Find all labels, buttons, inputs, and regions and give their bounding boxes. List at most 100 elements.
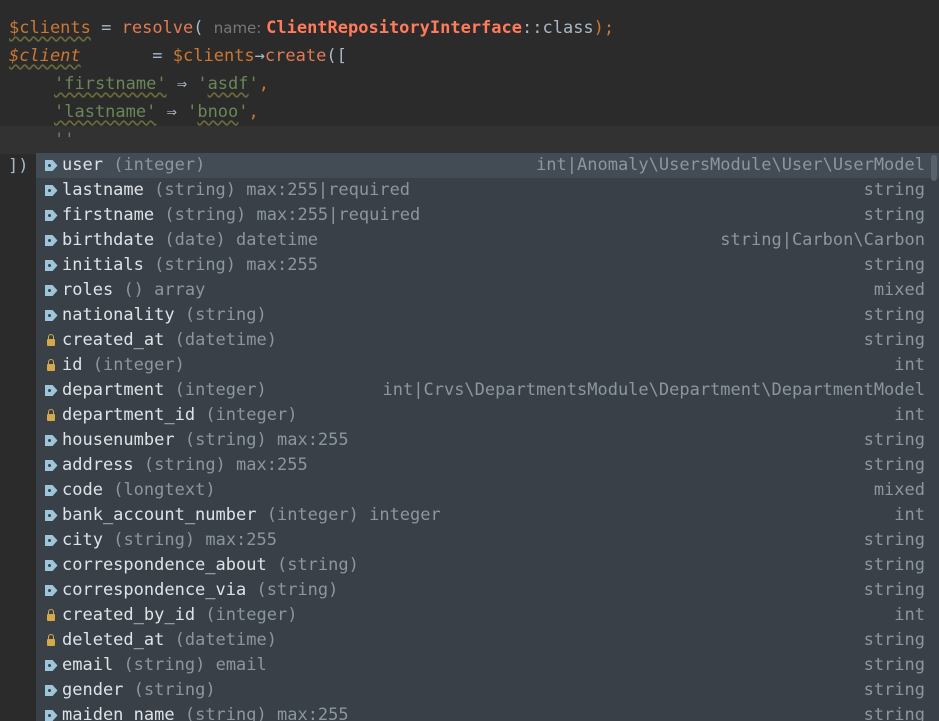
autocomplete-item-deleted-at[interactable]: deleted_at (datetime) string [36, 628, 939, 653]
code-line-2[interactable]: $client = $clients→create([ [0, 42, 939, 70]
item-return-type: int [894, 405, 925, 425]
item-return-type: string [863, 705, 925, 721]
autocomplete-item-department-id[interactable]: department_id (integer) int [36, 403, 939, 428]
item-meta: max:255|required [246, 180, 411, 200]
comma: , [258, 74, 270, 94]
item-name: city [62, 530, 103, 550]
array-key-lastname: 'lastname' [54, 102, 157, 122]
variable-clients: $clients [9, 18, 91, 38]
item-meta: datetime [236, 230, 318, 250]
tag-icon [42, 278, 60, 303]
autocomplete-item-user[interactable]: user (integer) int|Anomaly\UsersModule\Us… [36, 153, 939, 178]
autocomplete-item-gender[interactable]: gender (string) string [36, 678, 939, 703]
autocomplete-popup[interactable]: user (integer) int|Anomaly\UsersModule\Us… [36, 153, 939, 721]
autocomplete-item-address[interactable]: address (string) max:255 string [36, 453, 939, 478]
autocomplete-item-correspondence-about[interactable]: correspondence_about (string) string [36, 553, 939, 578]
tag-icon [42, 378, 60, 403]
arrow-operator: → [254, 46, 265, 66]
variable-client: $client [9, 46, 81, 66]
autocomplete-item-bank-account-number[interactable]: bank_account_number (integer) integer int [36, 503, 939, 528]
item-name: gender [62, 680, 124, 700]
autocomplete-item-maiden-name[interactable]: maiden_name (string) max:255 string [36, 703, 939, 721]
paren-open: ( [193, 18, 214, 38]
tag-icon [42, 303, 60, 328]
method-create: create [264, 46, 327, 66]
assign-operator: = [90, 18, 122, 38]
tag-icon [42, 203, 60, 228]
autocomplete-item-roles[interactable]: roles () array mixed [36, 278, 939, 303]
tag-icon [42, 153, 60, 178]
item-meta: max:255 [205, 530, 277, 550]
code-editor[interactable]: $clients = resolve( name: ClientReposito… [0, 0, 939, 721]
empty-string-key: '' [54, 130, 75, 150]
item-name: correspondence_via [62, 580, 247, 600]
tag-icon [42, 178, 60, 203]
lock-icon [42, 353, 60, 378]
item-type: (string) [276, 555, 359, 575]
autocomplete-item-lastname[interactable]: lastname (string) max:255|required string [36, 178, 939, 203]
item-name: maiden_name [62, 705, 175, 721]
item-return-type: string [863, 455, 925, 475]
autocomplete-item-code[interactable]: code (longtext) mixed [36, 478, 939, 503]
item-return-type: string [863, 680, 925, 700]
code-line-1[interactable]: $clients = resolve( name: ClientReposito… [0, 14, 939, 42]
tag-icon [42, 453, 60, 478]
item-name: deleted_at [62, 630, 165, 650]
item-meta: max:255 [246, 255, 318, 275]
item-meta: max:255 [276, 705, 349, 721]
autocomplete-item-birthdate[interactable]: birthdate (date) datetime string|Carbon\C… [36, 228, 939, 253]
item-return-type: string|Carbon\Carbon [720, 230, 925, 250]
item-name: housenumber [62, 430, 175, 450]
code-line-4[interactable]: 'lastname' ⇒ 'bnoo', [0, 98, 939, 126]
autocomplete-item-city[interactable]: city (string) max:255 string [36, 528, 939, 553]
tag-icon [42, 503, 60, 528]
tag-icon [42, 653, 60, 678]
item-return-type: mixed [873, 280, 925, 300]
item-name: email [62, 655, 114, 675]
code-line-3[interactable]: 'firstname' ⇒ 'asdf', [0, 70, 939, 98]
item-type: (longtext) [113, 480, 216, 500]
scope-operator: :: [522, 18, 543, 38]
autocomplete-item-initials[interactable]: initials (string) max:255 string [36, 253, 939, 278]
item-type: (string) [133, 680, 216, 700]
item-return-type: string [863, 255, 925, 275]
item-name: roles [62, 280, 114, 300]
autocomplete-item-nationality[interactable]: nationality (string) string [36, 303, 939, 328]
item-name: nationality [62, 305, 175, 325]
item-return-type: string [863, 180, 925, 200]
item-return-type: string [863, 205, 925, 225]
autocomplete-scrollbar[interactable] [931, 155, 937, 181]
item-name: initials [62, 255, 144, 275]
lock-icon [42, 328, 60, 353]
autocomplete-item-correspondence-via[interactable]: correspondence_via (string) string [36, 578, 939, 603]
autocomplete-item-email[interactable]: email (string) email string [36, 653, 939, 678]
autocomplete-item-firstname[interactable]: firstname (string) max:255|required strin… [36, 203, 939, 228]
item-type: (integer) [205, 405, 298, 425]
autocomplete-item-department[interactable]: department (integer) int|Crvs\Departments… [36, 378, 939, 403]
tag-icon [42, 678, 60, 703]
tag-icon [42, 553, 60, 578]
item-name: created_by_id [62, 605, 196, 625]
item-return-type: mixed [873, 480, 925, 500]
lock-icon [42, 403, 60, 428]
tag-icon [42, 703, 60, 721]
item-name: birthdate [62, 230, 155, 250]
array-value-asdf: 'asdf' [197, 74, 259, 94]
item-type: (date) [164, 230, 226, 250]
comma: , [248, 102, 259, 122]
array-key-firstname: 'firstname' [54, 74, 167, 94]
item-type: (integer) [266, 505, 359, 525]
assign-operator: = [80, 46, 173, 66]
autocomplete-list[interactable]: user (integer) int|Anomaly\UsersModule\Us… [36, 153, 939, 721]
autocomplete-item-created-at[interactable]: created_at (datetime) string [36, 328, 939, 353]
item-name: department_id [62, 405, 196, 425]
autocomplete-item-created-by-id[interactable]: created_by_id (integer) int [36, 603, 939, 628]
array-open: ([ [326, 46, 347, 66]
item-type: (string) [184, 705, 267, 721]
autocomplete-item-id[interactable]: id (integer) int [36, 353, 939, 378]
autocomplete-item-housenumber[interactable]: housenumber (string) max:255 string [36, 428, 939, 453]
item-meta: array [154, 280, 206, 300]
item-return-type: string [863, 330, 925, 350]
item-type: (datetime) [174, 630, 277, 650]
code-line-5-current[interactable]: '' [0, 126, 939, 154]
